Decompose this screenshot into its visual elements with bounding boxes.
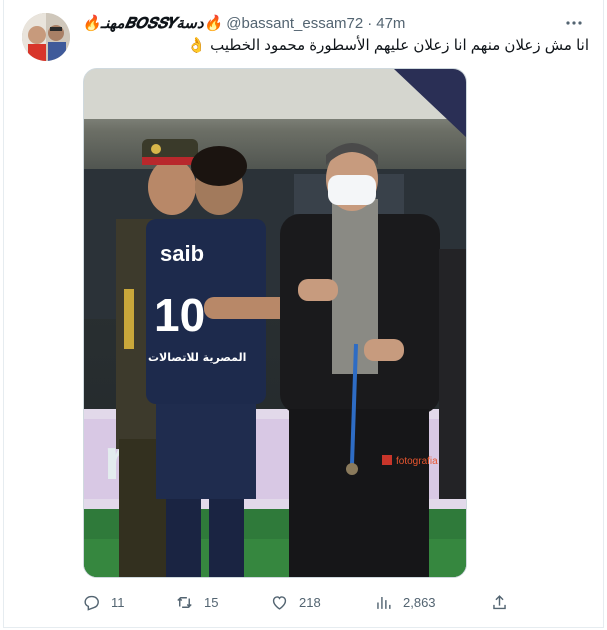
reply-count: 11 (111, 594, 125, 610)
display-name[interactable]: 🔥مهنـ𝑩𝑶𝑺𝑺𝒀دسة🔥 (82, 14, 222, 32)
heart-icon (272, 595, 287, 610)
like-button[interactable]: 218 (270, 588, 321, 616)
retweet-button[interactable]: 15 (175, 588, 218, 616)
retweet-count: 15 (204, 594, 219, 610)
like-count: 218 (299, 594, 321, 610)
tweet-header: 🔥مهنـ𝑩𝑶𝑺𝑺𝒀دسة🔥 @bassant_essam72 · 47m (82, 13, 405, 33)
views-chart-icon (377, 596, 391, 609)
share-icon (493, 594, 506, 609)
photo-watermark: fotografia (396, 456, 438, 467)
action-bar: 11 15 218 2,863 (82, 588, 512, 616)
photo-scene: ri sat saib 10 المصرية للاتصالات (84, 69, 466, 577)
separator-dot: · (367, 14, 373, 32)
retweet-icon (177, 596, 192, 608)
user-handle[interactable]: @bassant_essam72 (226, 15, 363, 32)
reply-button[interactable]: 11 (82, 588, 125, 616)
shirt-sponsor-text: المصرية للاتصالات (148, 351, 246, 364)
avatar[interactable] (22, 13, 70, 61)
shirt-number-text: 10 (154, 289, 205, 341)
more-dots-icon[interactable] (563, 12, 585, 34)
timestamp[interactable]: 47m (376, 15, 405, 32)
tweet-text: انا مش زعلان منهم انا زعلان عليهم الأسطو… (187, 37, 589, 54)
views-button[interactable]: 2,863 (374, 588, 436, 616)
views-count: 2,863 (403, 594, 436, 610)
share-button[interactable] (490, 588, 509, 616)
avatar-image (22, 13, 70, 61)
tweet-photo[interactable]: ri sat saib 10 المصرية للاتصالات (83, 68, 467, 578)
shirt-brand-text: saib (160, 241, 204, 266)
reply-icon (84, 595, 99, 611)
